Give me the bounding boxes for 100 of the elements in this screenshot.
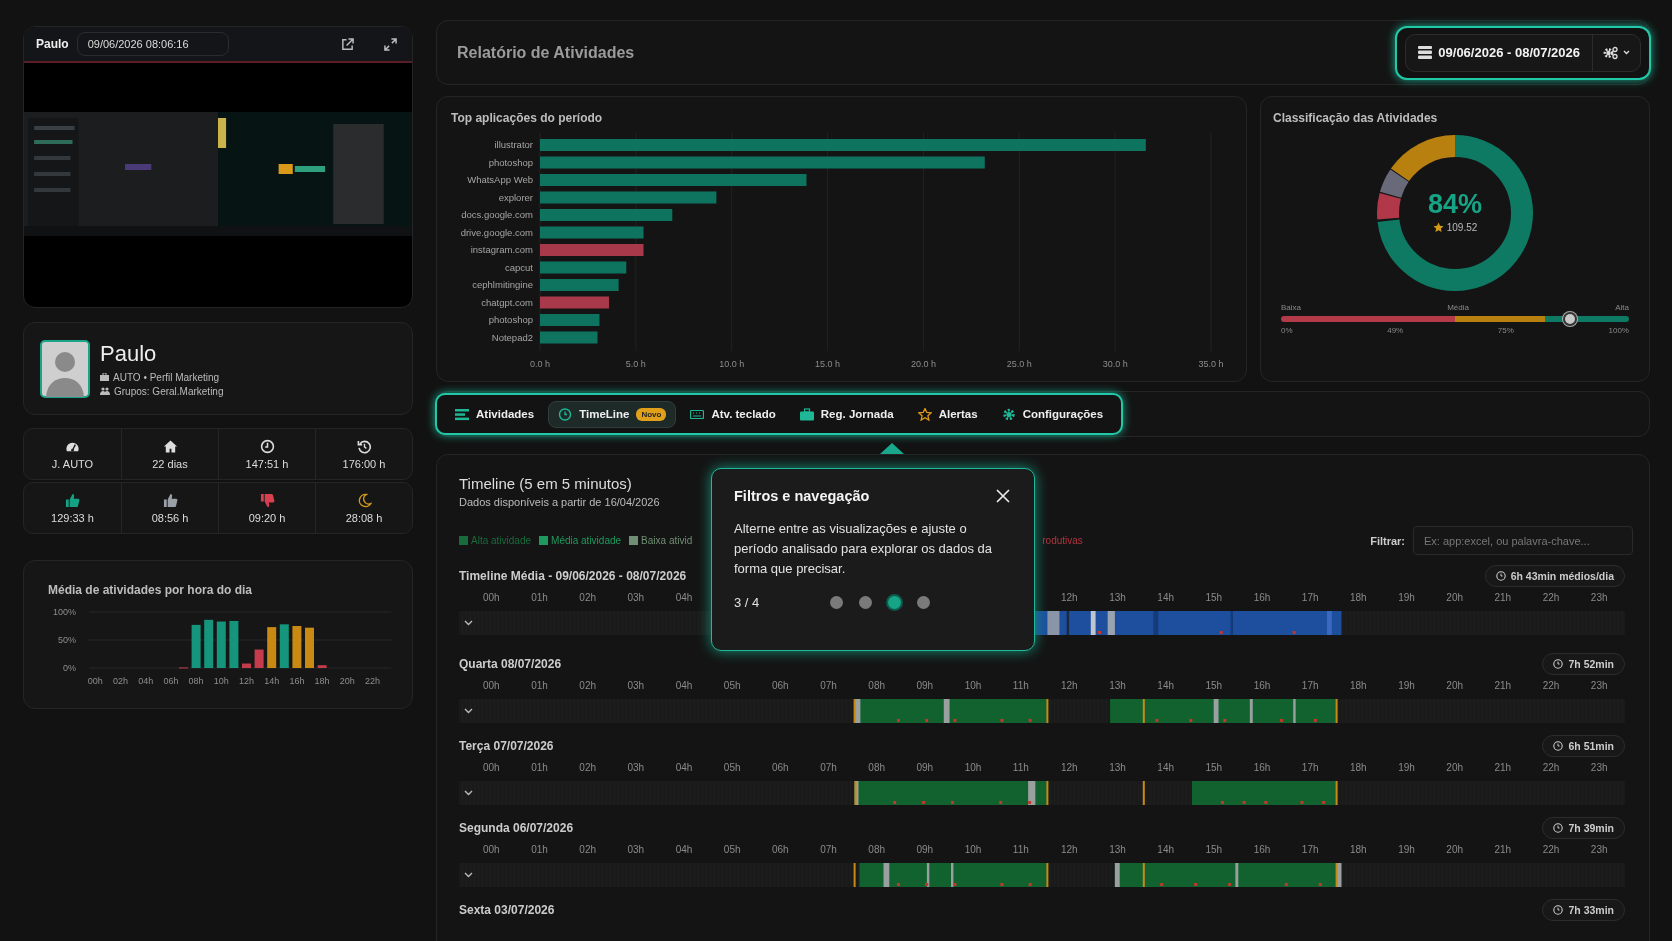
gears-icon bbox=[1603, 45, 1619, 60]
step-dot[interactable] bbox=[888, 596, 901, 609]
chevron-icon bbox=[463, 872, 473, 878]
axis-label: 35.0 h bbox=[1198, 359, 1224, 369]
hour-label: 14h bbox=[1156, 844, 1175, 857]
axis-label: photoshop bbox=[488, 156, 533, 168]
hour-label: 18h bbox=[1349, 680, 1368, 693]
axis-label: 0.0 h bbox=[530, 359, 550, 369]
hour-label: 15h bbox=[1204, 844, 1224, 857]
thumbs-up-icon bbox=[65, 492, 80, 508]
chevron-icon bbox=[463, 708, 473, 714]
hour-label: 12h bbox=[1060, 844, 1079, 857]
axis-label: 14h bbox=[264, 676, 280, 686]
popover-title: Filtros e navegação bbox=[734, 488, 870, 504]
axis-label: cephlmitingine bbox=[472, 279, 533, 290]
keyboard-icon bbox=[690, 407, 705, 421]
scale-label: 100% bbox=[1608, 326, 1629, 335]
hour-label: 14h bbox=[1156, 592, 1175, 605]
stat-value: 08:56 h bbox=[151, 511, 189, 524]
step-dot[interactable] bbox=[917, 596, 930, 609]
popover-text: Alterne entre as visualizações e ajuste o período analisado para explorar os dados da forma que precisar. bbox=[734, 520, 993, 578]
duration-text: 6h 43min médios/dia bbox=[1510, 570, 1614, 582]
chevron-icon bbox=[463, 790, 473, 796]
axis-label: Notepad2 bbox=[491, 331, 533, 343]
clock-icon bbox=[1495, 571, 1506, 581]
hour-label: 02h bbox=[578, 680, 597, 693]
hour-label: 17h bbox=[1300, 680, 1320, 693]
chart-bar bbox=[279, 624, 289, 668]
axis-label: 30.0 h bbox=[1102, 359, 1128, 369]
tab[interactable]: Configurações bbox=[991, 400, 1114, 428]
stat-value: 22 dias bbox=[152, 457, 188, 470]
marker-line bbox=[853, 863, 856, 887]
axis-label: 12h bbox=[239, 676, 254, 686]
hour-label: 07h bbox=[819, 762, 838, 775]
tab[interactable]: Reg. Jornada bbox=[789, 400, 904, 428]
profile-type: AUTO • Perfil Marketing bbox=[113, 371, 220, 383]
scale-label: 49% bbox=[1387, 326, 1404, 335]
hour-label: 13h bbox=[1108, 680, 1127, 693]
hour-label: 19h bbox=[1397, 762, 1416, 775]
hour-label: 03h bbox=[626, 592, 646, 605]
hour-label: 23h bbox=[1589, 762, 1609, 775]
hour-label: 16h bbox=[1252, 762, 1272, 775]
hour-label: 18h bbox=[1349, 592, 1368, 605]
close-button[interactable] bbox=[994, 487, 1012, 505]
timeline-subtitle: Dados disponíveis a partir de 16/04/2026 bbox=[459, 496, 660, 508]
timestamp-field: 09/06/2026 08:06:16 bbox=[76, 32, 229, 56]
axis-label: 08h bbox=[188, 676, 204, 686]
hour-label: 16h bbox=[1252, 592, 1272, 605]
axis-label: docs.google.com bbox=[461, 209, 533, 220]
tab[interactable]: Atv. teclado bbox=[680, 400, 786, 428]
hour-label: 19h bbox=[1397, 680, 1416, 693]
scale-thumb[interactable] bbox=[1562, 312, 1577, 326]
hour-label: 19h bbox=[1397, 844, 1416, 857]
chart-title: Top aplicações do período bbox=[451, 111, 604, 125]
axis-label: drive.google.com bbox=[460, 226, 533, 238]
chart-bar bbox=[305, 627, 314, 668]
hour-label: 23h bbox=[1589, 592, 1609, 605]
hour-label: 03h bbox=[626, 844, 646, 857]
hour-label: 21h bbox=[1493, 844, 1513, 857]
clock-icon bbox=[1553, 659, 1564, 669]
hour-label: 18h bbox=[1349, 762, 1368, 775]
hour-label: 06h bbox=[771, 844, 790, 857]
tab[interactable]: TimeLine Novo bbox=[548, 400, 677, 428]
hour-label: 00h bbox=[482, 762, 501, 775]
calendar-icon bbox=[1418, 46, 1433, 59]
hour-label: 01h bbox=[530, 844, 549, 857]
hour-label: 08h bbox=[867, 680, 886, 693]
step-dot[interactable] bbox=[859, 596, 872, 609]
axis-label: 25.0 h bbox=[1006, 359, 1032, 369]
hour-label: 23h bbox=[1589, 844, 1609, 857]
chart-bar bbox=[317, 665, 327, 668]
tab[interactable]: Atividades bbox=[445, 400, 545, 428]
axis-label: 0% bbox=[63, 663, 76, 673]
hour-label: 03h bbox=[626, 762, 646, 775]
hour-label: 12h bbox=[1060, 762, 1079, 775]
stat-value: J. AUTO bbox=[51, 457, 94, 470]
axis-label: 06h bbox=[163, 676, 179, 686]
scale-label: 0% bbox=[1281, 326, 1293, 335]
home-icon bbox=[162, 438, 178, 454]
clock-icon bbox=[259, 438, 275, 454]
clock-icon bbox=[1553, 741, 1564, 751]
axis-label: 5.0 h bbox=[625, 359, 646, 369]
filter-field[interactable]: Ex: app:excel, ou palavra-chave... bbox=[1413, 526, 1633, 555]
hour-label: 09h bbox=[915, 680, 935, 693]
hour-label: 11h bbox=[1011, 844, 1030, 857]
tab[interactable]: Alertas bbox=[907, 400, 988, 428]
legend-label: Alta atividade bbox=[471, 535, 532, 546]
clock-icon bbox=[558, 407, 573, 421]
briefcase-icon bbox=[799, 407, 814, 421]
hour-label: 18h bbox=[1349, 844, 1368, 857]
user-name: Paulo bbox=[36, 37, 69, 51]
star-icon bbox=[1432, 222, 1444, 233]
hour-label: 03h bbox=[626, 680, 646, 693]
hour-label: 08h bbox=[867, 762, 886, 775]
step-dot[interactable] bbox=[830, 596, 843, 609]
hour-label: 17h bbox=[1300, 592, 1320, 605]
hour-label: 00h bbox=[482, 680, 501, 693]
axis-label: explorer bbox=[498, 191, 533, 203]
hour-label: 14h bbox=[1156, 762, 1175, 775]
hour-label: 11h bbox=[1011, 680, 1030, 693]
